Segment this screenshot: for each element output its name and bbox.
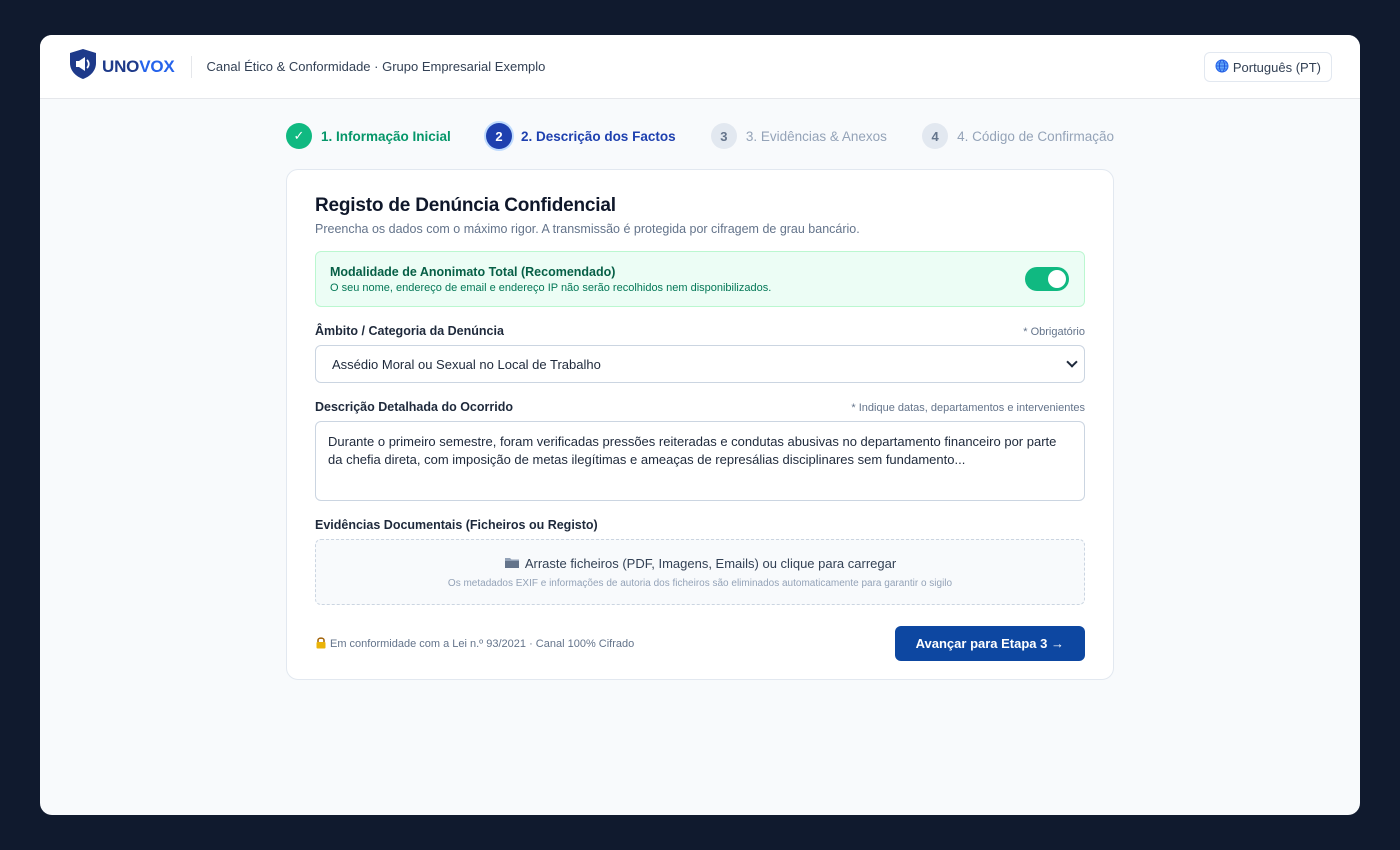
globe-icon xyxy=(1215,59,1229,76)
step-number: 3 xyxy=(710,123,737,149)
folder-icon xyxy=(504,556,520,572)
header-divider xyxy=(190,55,192,78)
anonymity-title: Modalidade de Anonimato Total (Recomenda… xyxy=(330,264,616,279)
dropzone-text: Arraste ficheiros (PDF, Imagens, Emails)… xyxy=(524,556,897,571)
category-required-hint: * Obrigatório xyxy=(1023,326,1085,338)
file-dropzone[interactable]: Arraste ficheiros (PDF, Imagens, Emails)… xyxy=(315,539,1085,605)
step-4-confirmation-code[interactable]: 4 4. Código de Confirmação xyxy=(922,123,1114,149)
app-window: UNOVOX Canal Ético & Conformidade · Grup… xyxy=(40,35,1360,815)
anonymity-toggle[interactable] xyxy=(1025,267,1069,291)
logo-text-vox: VOX xyxy=(139,56,175,76)
step-number: 2 xyxy=(486,123,513,149)
report-form-card: Registo de Denúncia Confidencial Preench… xyxy=(286,169,1114,680)
progress-stepper: ✓ 1. Informação Inicial 2 2. Descrição d… xyxy=(286,123,1114,149)
check-icon: ✓ xyxy=(286,123,312,149)
step-1-initial-info[interactable]: ✓ 1. Informação Inicial xyxy=(286,123,451,149)
compliance-text: Em conformidade com a Lei n.º 93/2021 · … xyxy=(330,637,635,650)
step-2-facts-description[interactable]: 2 2. Descrição dos Factos xyxy=(486,123,676,149)
chevron-down-icon xyxy=(1066,356,1078,368)
lock-icon xyxy=(315,636,327,652)
form-subtitle: Preencha os dados com o máximo rigor. A … xyxy=(315,222,860,236)
anonymity-text: Modalidade de Anonimato Total (Recomenda… xyxy=(330,265,771,294)
step-label: 4. Código de Confirmação xyxy=(957,128,1114,144)
dropzone-subtext: Os metadados EXIF e informações de autor… xyxy=(447,577,953,589)
dropzone-main-text: Arraste ficheiros (PDF, Imagens, Emails)… xyxy=(504,556,896,572)
language-selector-button[interactable]: Português (PT) xyxy=(1203,52,1332,82)
description-label: Descrição Detalhada do Ocorrido xyxy=(315,400,513,414)
category-label-row: Âmbito / Categoria da Denúncia * Obrigat… xyxy=(315,324,1085,338)
step-3-evidence[interactable]: 3 3. Evidências & Anexos xyxy=(710,123,887,149)
description-textarea[interactable]: Durante o primeiro semestre, foram verif… xyxy=(315,421,1085,501)
next-step-button[interactable]: Avançar para Etapa 3 → xyxy=(894,626,1085,661)
form-title: Registo de Denúncia Confidencial xyxy=(315,195,616,216)
step-label: 1. Informação Inicial xyxy=(321,128,451,144)
evidence-label-row: Evidências Documentais (Ficheiros ou Reg… xyxy=(315,518,1085,532)
step-number: 4 xyxy=(922,123,949,149)
category-select[interactable]: Assédio Moral ou Sexual no Local de Trab… xyxy=(315,345,1085,383)
step-label: 3. Evidências & Anexos xyxy=(745,128,887,144)
shield-megaphone-logo-icon xyxy=(68,48,98,85)
anonymity-description: O seu nome, endereço de email e endereço… xyxy=(330,281,772,294)
step-label: 2. Descrição dos Factos xyxy=(521,128,676,144)
compliance-note: Em conformidade com a Lei n.º 93/2021 · … xyxy=(315,636,634,652)
language-label: Português (PT) xyxy=(1232,59,1321,75)
category-select-value: Assédio Moral ou Sexual no Local de Trab… xyxy=(332,356,601,372)
description-label-row: Descrição Detalhada do Ocorrido * Indiqu… xyxy=(315,400,1085,414)
evidence-label: Evidências Documentais (Ficheiros ou Reg… xyxy=(315,518,598,532)
logo[interactable]: UNOVOX xyxy=(68,48,175,85)
form-footer: Em conformidade com a Lei n.º 93/2021 · … xyxy=(315,626,1085,661)
org-title: Canal Ético & Conformidade · Grupo Empre… xyxy=(206,59,546,74)
logo-text: UNOVOX xyxy=(102,57,175,77)
top-bar: UNOVOX Canal Ético & Conformidade · Grup… xyxy=(40,35,1360,99)
anonymity-panel: Modalidade de Anonimato Total (Recomenda… xyxy=(315,251,1085,307)
category-label: Âmbito / Categoria da Denúncia xyxy=(315,324,504,338)
logo-text-uno: UNO xyxy=(102,56,140,76)
description-hint: * Indique datas, departamentos e interve… xyxy=(851,402,1085,414)
toggle-knob xyxy=(1048,270,1066,288)
